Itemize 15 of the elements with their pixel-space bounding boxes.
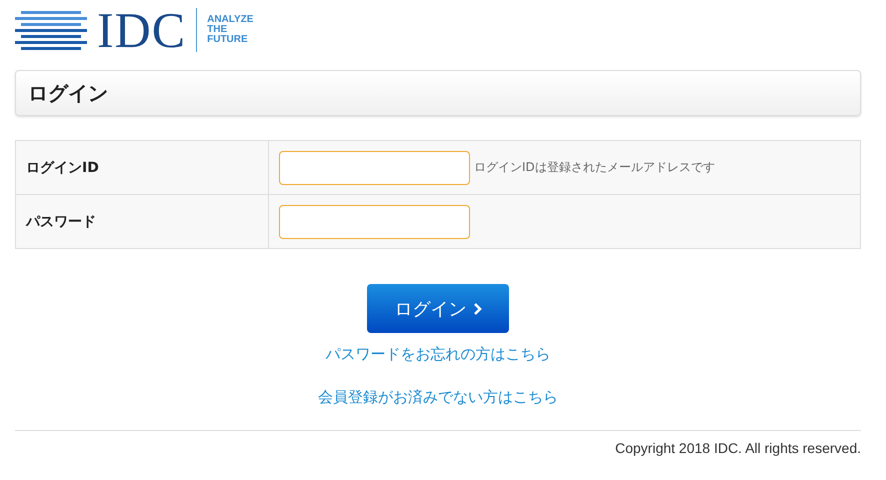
copyright-text: Copyright 2018 IDC. All rights reserved.: [615, 440, 861, 456]
login-button[interactable]: ログイン: [367, 284, 509, 333]
chevron-icon: [472, 302, 482, 314]
logo-wordmark: IDC: [97, 5, 186, 55]
logo-tagline: FUTURE: [207, 35, 249, 45]
logo-tagline: THE: [207, 25, 228, 35]
input-field[interactable]: [279, 204, 470, 238]
text-link[interactable]: パスワードをお忘れの方はこちら: [326, 345, 550, 364]
field-label: パスワード: [26, 212, 96, 230]
field-hint: ログインIDは登録されたメールアドレスです: [474, 159, 715, 176]
field-label: ログインID: [26, 158, 99, 176]
page-heading: ログイン: [28, 80, 108, 106]
input-field[interactable]: [279, 150, 470, 184]
logo-tagline: ANALYZE: [207, 15, 254, 25]
text-link[interactable]: 会員登録がお済みでない方はこちら: [318, 388, 558, 407]
